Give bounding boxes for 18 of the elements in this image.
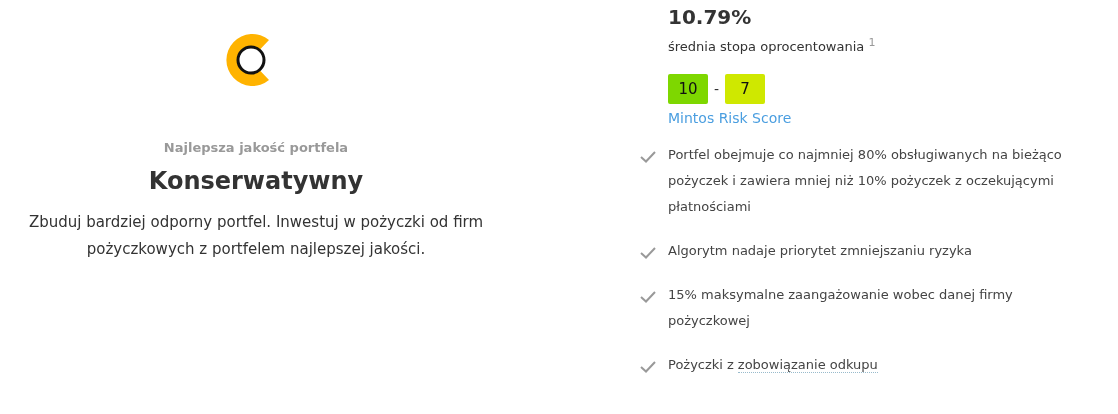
risk-score-badge: 7 bbox=[725, 74, 766, 105]
risk-score-badge: 10 bbox=[668, 74, 708, 105]
feature-text: 15% maksymalne zaangażowanie wobec danej firmy pożyczkowej bbox=[668, 286, 1014, 331]
strategy-subtitle: Najlepsza jakość portfela bbox=[163, 140, 349, 155]
interest-rate-label: średnia stopa oprocentowania bbox=[668, 39, 865, 55]
range-separator: - bbox=[714, 81, 720, 98]
checkmark-icon bbox=[640, 247, 656, 260]
checkmark-icon bbox=[640, 151, 656, 164]
feature-link[interactable]: zobowiązanie odkupu bbox=[737, 357, 878, 374]
feature-text: Portfel obejmuje co najmniej 80% obsługiwanych na bieżąco pożyczek i zawiera mniej niż 10% pożyczek z oczekującymi płatnościami bbox=[668, 146, 1063, 217]
checkmark-icon bbox=[640, 361, 656, 374]
feature-text: Algorytm nadaje priorytet zmniejszaniu ryzyka bbox=[668, 242, 973, 261]
strategy-title: Konserwatywny bbox=[148, 167, 364, 195]
feature-text: Pożyczki z zobowiązanie odkupu bbox=[668, 356, 879, 376]
checkmark-icon bbox=[640, 291, 656, 304]
interest-rate: 10.79% bbox=[668, 4, 752, 30]
strategy-description: Zbuduj bardziej odporny portfel. Inwestuj w pożyczki od firm pożyczkowych z portfelem najlepszej jakości. bbox=[27, 212, 485, 260]
footnote-mark: 1 bbox=[868, 36, 876, 49]
